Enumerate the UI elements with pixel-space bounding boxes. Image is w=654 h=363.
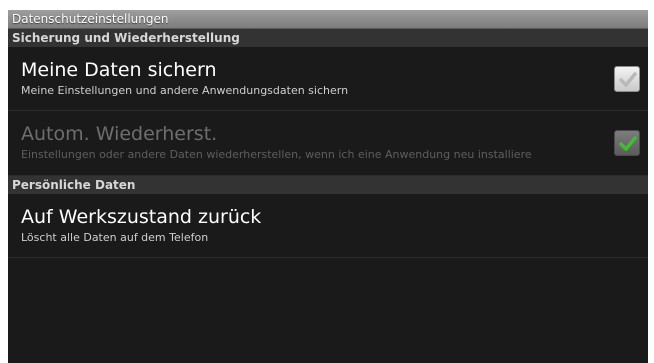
factory-reset-summary: Löscht alle Daten auf dem Telefon [21,231,209,244]
auto-restore-summary: Einstellungen oder andere Daten wiederhe… [21,148,532,161]
settings-screen: Datenschutzeinstellungen Sicherung und W… [8,10,648,363]
backup-data-summary: Meine Einstellungen und andere Anwendung… [21,84,349,97]
checkmark-icon [619,136,637,151]
factory-reset-title: Auf Werkszustand zurück [21,206,262,228]
backup-data-title: Meine Daten sichern [21,59,217,81]
section-header-personal-data: Persönliche Daten [8,176,648,194]
backup-data-preference[interactable]: Meine Daten sichern Meine Einstellungen … [8,47,648,111]
checkmark-icon [619,72,637,87]
backup-data-checkbox[interactable] [614,66,640,92]
auto-restore-preference: Autom. Wiederherst. Einstellungen oder a… [8,111,648,176]
window-title: Datenschutzeinstellungen [8,10,648,29]
factory-reset-preference[interactable]: Auf Werkszustand zurück Löscht alle Date… [8,194,648,258]
auto-restore-title: Autom. Wiederherst. [21,123,218,145]
section-header-backup: Sicherung und Wiederherstellung [8,29,648,47]
auto-restore-checkbox [614,130,640,156]
